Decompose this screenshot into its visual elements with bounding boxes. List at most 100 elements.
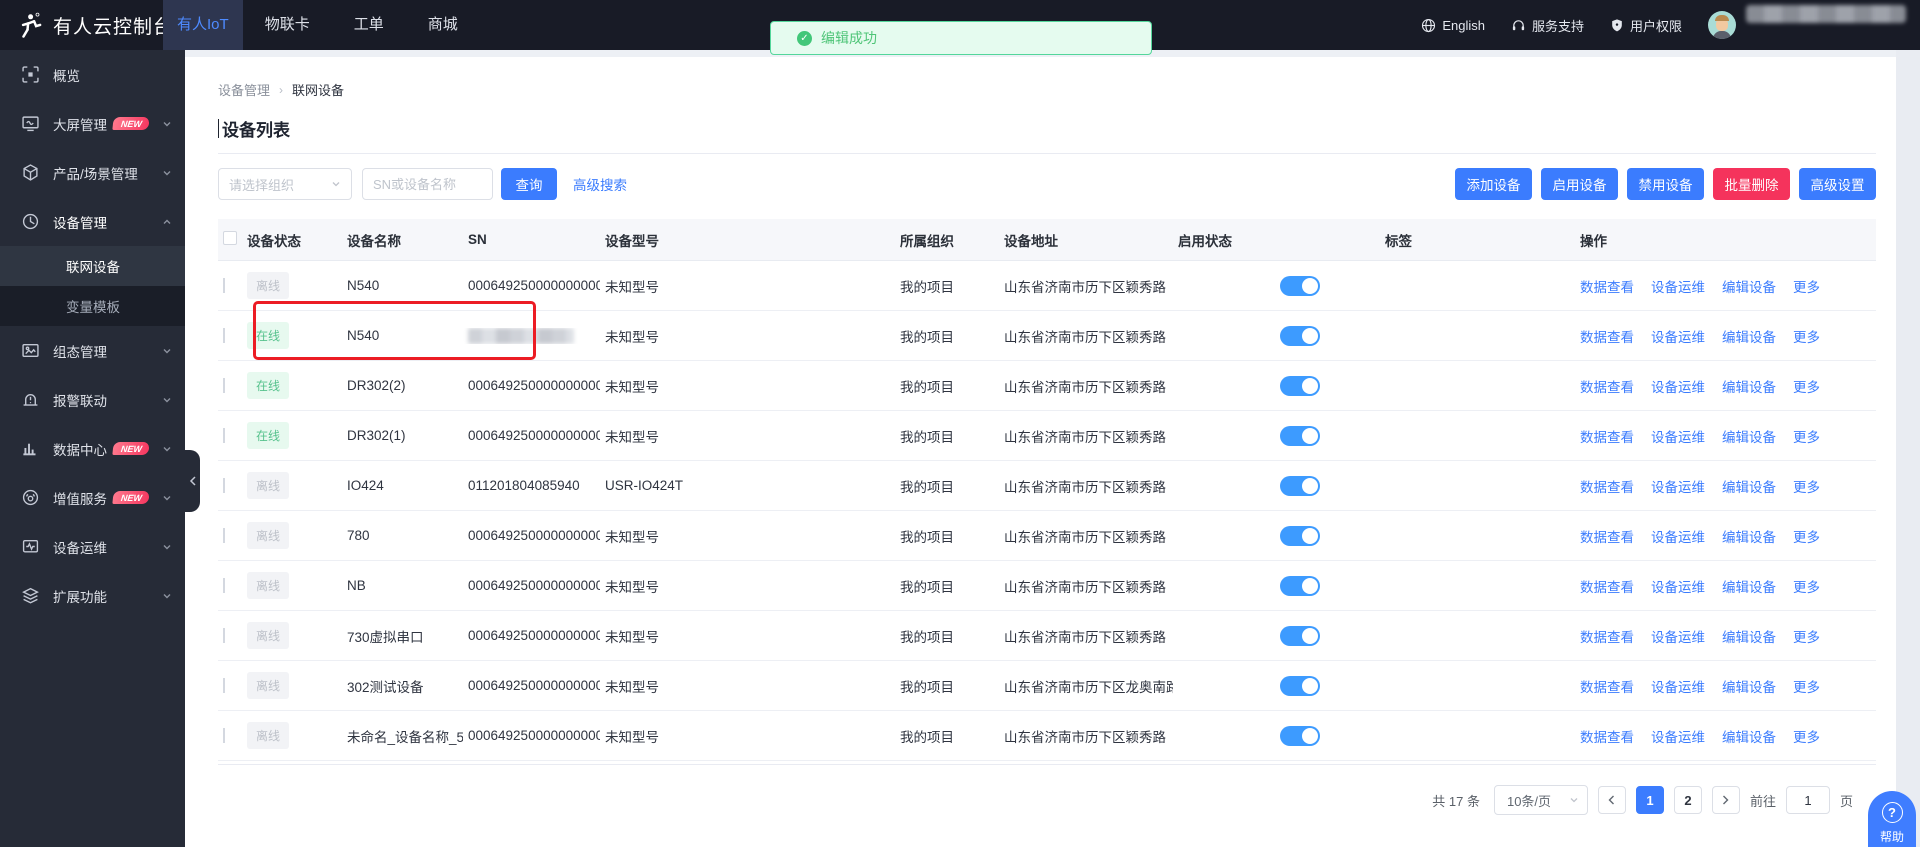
row-action-数据查看[interactable]: 数据查看 xyxy=(1580,476,1634,496)
row-checkbox[interactable] xyxy=(223,328,225,343)
enable-toggle[interactable] xyxy=(1280,276,1320,296)
action-button-禁用设备[interactable]: 禁用设备 xyxy=(1627,168,1704,200)
goto-page-input[interactable] xyxy=(1786,786,1830,814)
row-action-设备运维[interactable]: 设备运维 xyxy=(1651,276,1705,296)
row-action-数据查看[interactable]: 数据查看 xyxy=(1580,526,1634,546)
row-action-数据查看[interactable]: 数据查看 xyxy=(1580,426,1634,446)
sidebar-item-screen-mgmt[interactable]: 大屏管理NEW xyxy=(0,99,185,148)
prev-page-button[interactable] xyxy=(1598,786,1626,814)
row-checkbox[interactable] xyxy=(223,678,225,693)
top-tab-2[interactable]: 物联卡 xyxy=(243,0,332,50)
enable-toggle[interactable] xyxy=(1280,626,1320,646)
row-action-编辑设备[interactable]: 编辑设备 xyxy=(1722,326,1776,346)
select-all-checkbox[interactable] xyxy=(223,231,237,245)
enable-toggle[interactable] xyxy=(1280,526,1320,546)
sidebar-item-value-added[interactable]: 增值服务NEW xyxy=(0,473,185,522)
row-action-设备运维[interactable]: 设备运维 xyxy=(1651,526,1705,546)
row-action-数据查看[interactable]: 数据查看 xyxy=(1580,626,1634,646)
row-action-数据查看[interactable]: 数据查看 xyxy=(1580,726,1634,746)
row-checkbox[interactable] xyxy=(223,428,225,443)
sidebar-item-extend-func[interactable]: 扩展功能 xyxy=(0,571,185,620)
row-checkbox[interactable] xyxy=(223,378,225,393)
top-tab-3[interactable]: 工单 xyxy=(332,0,406,50)
row-action-更多[interactable]: 更多 xyxy=(1793,626,1820,646)
row-action-设备运维[interactable]: 设备运维 xyxy=(1651,576,1705,596)
row-checkbox[interactable] xyxy=(223,278,225,293)
query-button[interactable]: 查询 xyxy=(501,168,557,200)
row-action-设备运维[interactable]: 设备运维 xyxy=(1651,476,1705,496)
row-action-编辑设备[interactable]: 编辑设备 xyxy=(1722,426,1776,446)
topbar-link-globe[interactable]: English xyxy=(1421,18,1485,33)
row-checkbox[interactable] xyxy=(223,628,225,643)
avatar[interactable] xyxy=(1708,11,1736,39)
row-checkbox[interactable] xyxy=(223,478,225,493)
advanced-search-link[interactable]: 高级搜索 xyxy=(573,174,627,194)
action-button-启用设备[interactable]: 启用设备 xyxy=(1541,168,1618,200)
row-action-设备运维[interactable]: 设备运维 xyxy=(1651,726,1705,746)
sidebar-item-data-center[interactable]: 数据中心NEW xyxy=(0,424,185,473)
action-button-添加设备[interactable]: 添加设备 xyxy=(1455,168,1532,200)
row-action-编辑设备[interactable]: 编辑设备 xyxy=(1722,526,1776,546)
page-size-select[interactable]: 10条/页 xyxy=(1494,785,1588,815)
action-button-批量删除[interactable]: 批量删除 xyxy=(1713,168,1790,200)
enable-toggle[interactable] xyxy=(1280,726,1320,746)
sidebar-subitem-networked-devices[interactable]: 联网设备 xyxy=(0,246,185,286)
sidebar-item-overview[interactable]: 概览 xyxy=(0,50,185,99)
sidebar-item-scada-mgmt[interactable]: 组态管理 xyxy=(0,326,185,375)
action-button-高级设置[interactable]: 高级设置 xyxy=(1799,168,1876,200)
row-action-编辑设备[interactable]: 编辑设备 xyxy=(1722,476,1776,496)
row-action-数据查看[interactable]: 数据查看 xyxy=(1580,376,1634,396)
row-action-更多[interactable]: 更多 xyxy=(1793,476,1820,496)
enable-toggle[interactable] xyxy=(1280,476,1320,496)
row-action-编辑设备[interactable]: 编辑设备 xyxy=(1722,726,1776,746)
row-action-设备运维[interactable]: 设备运维 xyxy=(1651,326,1705,346)
sn-search-input[interactable] xyxy=(362,168,493,200)
top-tab-1[interactable]: 有人IoT xyxy=(163,0,243,50)
row-action-数据查看[interactable]: 数据查看 xyxy=(1580,276,1634,296)
enable-toggle[interactable] xyxy=(1280,576,1320,596)
row-action-编辑设备[interactable]: 编辑设备 xyxy=(1722,376,1776,396)
row-action-设备运维[interactable]: 设备运维 xyxy=(1651,426,1705,446)
enable-toggle[interactable] xyxy=(1280,426,1320,446)
page-scrollbar[interactable] xyxy=(1896,50,1920,847)
sidebar-item-product-scene-mgmt[interactable]: 产品/场景管理 xyxy=(0,148,185,197)
row-action-更多[interactable]: 更多 xyxy=(1793,676,1820,696)
row-action-设备运维[interactable]: 设备运维 xyxy=(1651,626,1705,646)
row-checkbox[interactable] xyxy=(223,728,225,743)
sidebar-item-device-mgmt[interactable]: 设备管理 xyxy=(0,197,185,246)
row-action-数据查看[interactable]: 数据查看 xyxy=(1580,576,1634,596)
sidebar-item-device-ops[interactable]: 设备运维 xyxy=(0,522,185,571)
sidebar-subitem-variable-template[interactable]: 变量模板 xyxy=(0,286,185,326)
row-action-更多[interactable]: 更多 xyxy=(1793,276,1820,296)
row-action-更多[interactable]: 更多 xyxy=(1793,376,1820,396)
row-action-编辑设备[interactable]: 编辑设备 xyxy=(1722,626,1776,646)
row-action-更多[interactable]: 更多 xyxy=(1793,576,1820,596)
row-action-设备运维[interactable]: 设备运维 xyxy=(1651,376,1705,396)
row-checkbox[interactable] xyxy=(223,578,225,593)
enable-toggle[interactable] xyxy=(1280,676,1320,696)
page-button-1[interactable]: 1 xyxy=(1636,786,1664,814)
row-checkbox[interactable] xyxy=(223,528,225,543)
row-action-更多[interactable]: 更多 xyxy=(1793,326,1820,346)
page-button-2[interactable]: 2 xyxy=(1674,786,1702,814)
row-action-更多[interactable]: 更多 xyxy=(1793,726,1820,746)
sidebar-item-alarm-linkage[interactable]: 报警联动 xyxy=(0,375,185,424)
sidebar-collapse-handle[interactable] xyxy=(185,450,200,512)
top-tab-4[interactable]: 商城 xyxy=(406,0,480,50)
help-button[interactable]: ? 帮助 xyxy=(1868,791,1916,847)
row-action-更多[interactable]: 更多 xyxy=(1793,426,1820,446)
row-action-数据查看[interactable]: 数据查看 xyxy=(1580,676,1634,696)
topbar-link-headset[interactable]: 服务支持 xyxy=(1511,16,1584,35)
next-page-button[interactable] xyxy=(1712,786,1740,814)
row-action-编辑设备[interactable]: 编辑设备 xyxy=(1722,276,1776,296)
row-action-编辑设备[interactable]: 编辑设备 xyxy=(1722,576,1776,596)
enable-toggle[interactable] xyxy=(1280,376,1320,396)
row-action-编辑设备[interactable]: 编辑设备 xyxy=(1722,676,1776,696)
breadcrumb-parent[interactable]: 设备管理 xyxy=(218,80,270,99)
row-action-数据查看[interactable]: 数据查看 xyxy=(1580,326,1634,346)
topbar-link-shield[interactable]: 用户权限 xyxy=(1610,16,1682,35)
enable-toggle[interactable] xyxy=(1280,326,1320,346)
row-action-更多[interactable]: 更多 xyxy=(1793,526,1820,546)
org-select[interactable]: 请选择组织 xyxy=(218,168,352,200)
row-action-设备运维[interactable]: 设备运维 xyxy=(1651,676,1705,696)
